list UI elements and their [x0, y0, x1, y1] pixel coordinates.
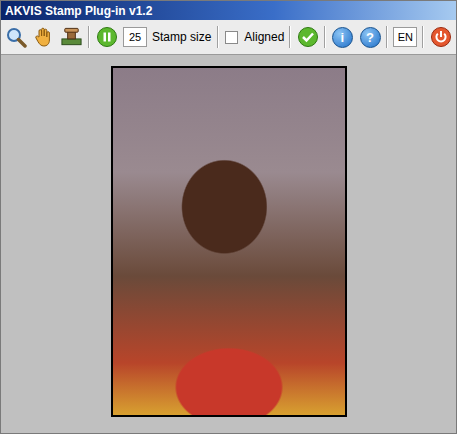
language-button[interactable]: EN	[393, 27, 417, 47]
checkbox-box[interactable]	[225, 31, 238, 44]
stamp-size-field[interactable]: 25	[123, 27, 147, 47]
info-icon: i	[332, 27, 353, 48]
stamp-button[interactable]	[60, 26, 83, 49]
magnifier-icon	[5, 26, 27, 48]
hand-button[interactable]	[33, 26, 56, 49]
check-icon	[297, 26, 319, 48]
stamp-size-label: Stamp size	[152, 30, 211, 44]
separator	[289, 26, 291, 48]
apply-button[interactable]	[296, 26, 319, 49]
hand-icon	[33, 26, 55, 48]
pause-button[interactable]	[95, 26, 118, 49]
window-title: AKVIS Stamp Plug-in v1.2	[5, 4, 152, 18]
aligned-checkbox[interactable]: Aligned	[225, 30, 284, 44]
pause-icon	[96, 26, 118, 48]
separator	[217, 26, 219, 48]
zoom-button[interactable]	[5, 26, 28, 49]
toolbar: 25 Stamp size Aligned i ? EN	[1, 20, 456, 55]
help-icon: ?	[360, 27, 381, 48]
separator	[422, 26, 424, 48]
canvas	[1, 55, 456, 433]
plugin-window: AKVIS Stamp Plug-in v1.2 25 Stamp size A…	[0, 0, 457, 434]
help-button[interactable]: ?	[359, 26, 382, 49]
title-bar: AKVIS Stamp Plug-in v1.2	[1, 1, 456, 20]
info-button[interactable]: i	[331, 26, 354, 49]
separator	[324, 26, 326, 48]
power-icon	[430, 26, 452, 48]
stamp-icon	[60, 26, 83, 48]
separator	[88, 26, 90, 48]
aligned-label: Aligned	[244, 30, 284, 44]
exit-button[interactable]	[429, 26, 452, 49]
photo[interactable]	[111, 66, 347, 417]
separator	[386, 26, 388, 48]
